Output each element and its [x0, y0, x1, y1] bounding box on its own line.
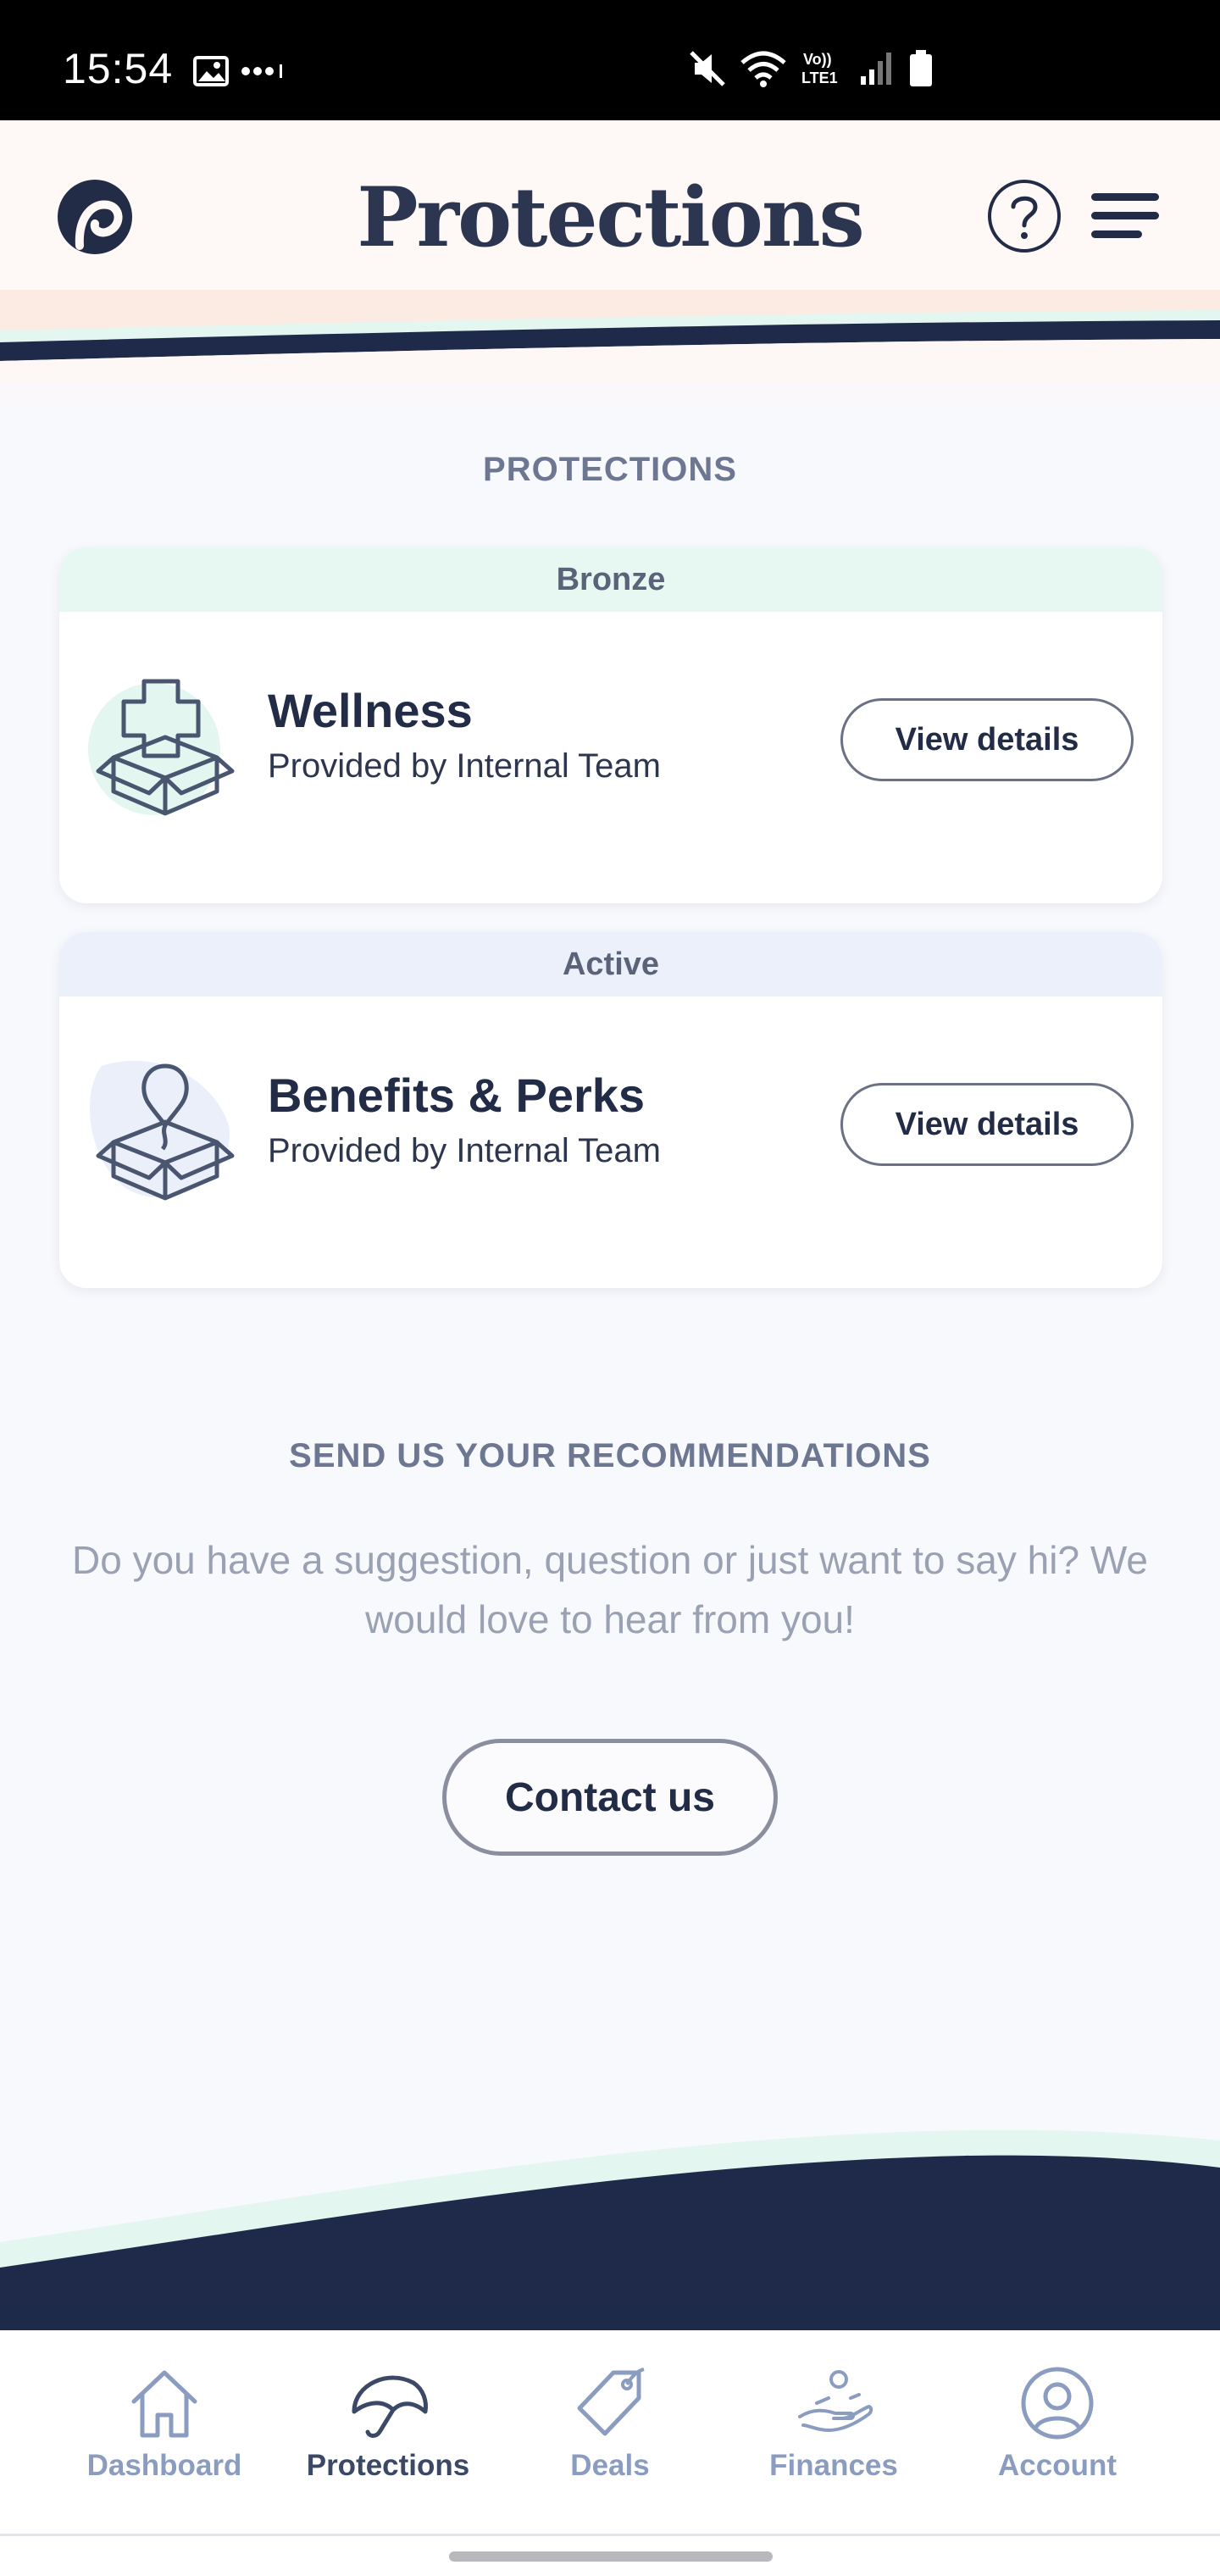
protection-title: Benefits & Perks	[268, 1069, 646, 1122]
tier-badge: Bronze	[59, 547, 1162, 612]
protection-card-wellness: Bronze Wellness Provided by Internal Tea…	[59, 547, 1162, 903]
status-time: 15:54	[63, 45, 174, 92]
nav-item-account[interactable]: Account	[964, 2364, 1151, 2500]
svg-text:LTE1: LTE1	[801, 69, 838, 86]
protection-card-benefits: Active Benefits & Perks Provided by Inte…	[59, 932, 1162, 1288]
user-circle-icon	[1021, 2367, 1094, 2440]
hand-coin-icon	[798, 2370, 873, 2432]
app-header: Protections	[0, 120, 1220, 408]
header-wave-decoration	[0, 290, 1220, 408]
status-bar: 15:54 Vo)) LTE1	[0, 0, 1220, 120]
volte-icon: Vo)) LTE1	[801, 51, 838, 86]
svg-text:Vo)): Vo))	[803, 51, 832, 68]
view-details-button[interactable]: View details	[840, 1083, 1134, 1166]
footer-wave-decoration	[0, 2129, 1220, 2330]
gallery-icon	[193, 56, 229, 86]
medical-box-icon	[88, 679, 235, 816]
system-navigation-bar	[0, 2534, 1220, 2576]
balloon-box-icon	[89, 1060, 235, 1201]
nav-label: Account	[998, 2449, 1117, 2482]
nav-item-finances[interactable]: Finances	[740, 2364, 927, 2500]
status-left-icons	[193, 56, 288, 86]
nav-item-protections[interactable]: Protections	[295, 2364, 481, 2500]
home-icon	[131, 2370, 197, 2438]
view-details-button[interactable]: View details	[840, 698, 1134, 781]
nav-item-dashboard[interactable]: Dashboard	[71, 2364, 258, 2500]
nav-label: Protections	[306, 2449, 470, 2482]
signal-icon	[861, 53, 891, 85]
wifi-icon	[740, 51, 786, 87]
status-badge: Active	[59, 932, 1162, 997]
home-indicator[interactable]	[449, 2551, 773, 2562]
battery-icon	[910, 50, 932, 86]
nav-item-deals[interactable]: Deals	[517, 2364, 703, 2500]
umbrella-icon	[352, 2375, 428, 2438]
protection-provider: Provided by Internal Team	[268, 747, 661, 785]
status-right-icons: Vo)) LTE1	[688, 49, 934, 88]
mute-icon	[690, 51, 725, 86]
recommendations-text: Do you have a suggestion, question or ju…	[71, 1538, 1148, 1641]
help-icon[interactable]	[986, 178, 1062, 254]
tag-icon	[577, 2368, 645, 2436]
nav-label: Dashboard	[86, 2449, 242, 2482]
recommendations-title: SEND US YOUR RECOMMENDATIONS	[289, 1437, 931, 1474]
more-dots-icon	[241, 64, 282, 78]
hamburger-menu-icon[interactable]	[1090, 186, 1162, 246]
protection-provider: Provided by Internal Team	[268, 1132, 661, 1169]
contact-us-button[interactable]: Contact us	[442, 1739, 778, 1856]
nav-label: Deals	[570, 2449, 650, 2482]
protection-title: Wellness	[268, 684, 473, 737]
section-title: PROTECTIONS	[483, 451, 737, 488]
bottom-nav: Dashboard Protections Deals Finances Acc…	[0, 2330, 1220, 2534]
nav-label: Finances	[769, 2449, 898, 2482]
